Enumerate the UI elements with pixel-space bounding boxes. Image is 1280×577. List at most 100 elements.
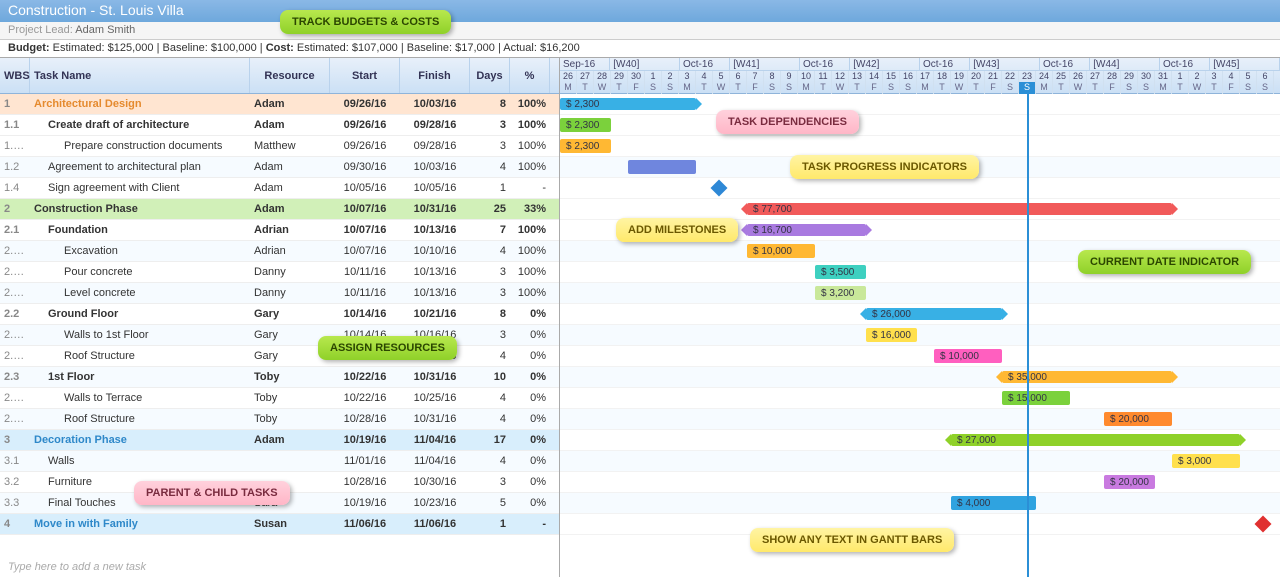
gantt-row[interactable]: $ 3,200: [560, 283, 1280, 304]
gantt-bar[interactable]: $ 10,000: [747, 244, 815, 258]
gantt-row[interactable]: $ 26,000: [560, 304, 1280, 325]
cell-wbs[interactable]: 3.1: [0, 455, 30, 467]
task-row[interactable]: 3Decoration PhaseAdam10/19/1611/04/16170…: [0, 430, 559, 451]
cell-pct[interactable]: 0%: [510, 497, 550, 509]
col-resource[interactable]: Resource: [250, 58, 330, 93]
cell-finish[interactable]: 10/03/16: [400, 98, 470, 110]
cell-days[interactable]: 4: [470, 455, 510, 467]
cell-pct[interactable]: 0%: [510, 392, 550, 404]
cell-pct[interactable]: 0%: [510, 308, 550, 320]
cell-wbs[interactable]: 1.4: [0, 182, 30, 194]
cell-finish[interactable]: 10/30/16: [400, 476, 470, 488]
cell-wbs[interactable]: 2.1: [0, 224, 30, 236]
cell-start[interactable]: 10/28/16: [330, 476, 400, 488]
cell-wbs[interactable]: 2.3.1: [0, 392, 30, 404]
cell-wbs[interactable]: 3: [0, 434, 30, 446]
cell-days[interactable]: 1: [470, 182, 510, 194]
cell-res[interactable]: Adam: [250, 161, 330, 173]
gantt-row[interactable]: $ 16,000: [560, 325, 1280, 346]
cell-wbs[interactable]: 3.2: [0, 476, 30, 488]
task-row[interactable]: 1.1.1Prepare construction documentsMatth…: [0, 136, 559, 157]
cell-start[interactable]: 10/07/16: [330, 224, 400, 236]
cell-days[interactable]: 8: [470, 98, 510, 110]
cell-wbs[interactable]: 2.2.1: [0, 329, 30, 341]
cell-finish[interactable]: 10/13/16: [400, 266, 470, 278]
cell-finish[interactable]: 10/25/16: [400, 392, 470, 404]
cell-finish[interactable]: 10/31/16: [400, 413, 470, 425]
gantt-bar[interactable]: $ 16,700: [747, 224, 866, 236]
cell-wbs[interactable]: 2.1.2: [0, 266, 30, 278]
cell-pct[interactable]: 33%: [510, 203, 550, 215]
gantt-row[interactable]: $ 35,000: [560, 367, 1280, 388]
cell-start[interactable]: 11/01/16: [330, 455, 400, 467]
gantt-bar[interactable]: [628, 160, 696, 174]
cell-start[interactable]: 10/22/16: [330, 371, 400, 383]
cell-days[interactable]: 4: [470, 413, 510, 425]
cell-task[interactable]: Create draft of architecture: [30, 119, 250, 131]
cell-res[interactable]: Danny: [250, 287, 330, 299]
cell-task[interactable]: Prepare construction documents: [30, 140, 250, 152]
cell-task[interactable]: Foundation: [30, 224, 250, 236]
cell-finish[interactable]: 10/05/16: [400, 182, 470, 194]
task-row[interactable]: 2.1.2Pour concreteDanny10/11/1610/13/163…: [0, 262, 559, 283]
gantt-row[interactable]: $ 20,000: [560, 409, 1280, 430]
cell-wbs[interactable]: 2.2: [0, 308, 30, 320]
gantt-bar[interactable]: $ 2,300: [560, 98, 696, 110]
gantt-bar[interactable]: $ 16,000: [866, 328, 917, 342]
cell-wbs[interactable]: 2.2.2: [0, 350, 30, 362]
cell-pct[interactable]: 0%: [510, 413, 550, 425]
cell-res[interactable]: Gary: [250, 308, 330, 320]
milestone-diamond[interactable]: [711, 180, 728, 197]
gantt-bar[interactable]: $ 2,300: [560, 118, 611, 132]
cell-task[interactable]: Excavation: [30, 245, 250, 257]
cell-days[interactable]: 4: [470, 245, 510, 257]
cell-task[interactable]: Level concrete: [30, 287, 250, 299]
task-row[interactable]: 2.1FoundationAdrian10/07/1610/13/167100%: [0, 220, 559, 241]
cell-finish[interactable]: 10/23/16: [400, 497, 470, 509]
cell-days[interactable]: 3: [470, 119, 510, 131]
gantt-row[interactable]: $ 2,300: [560, 136, 1280, 157]
cell-task[interactable]: Construction Phase: [30, 203, 250, 215]
cell-finish[interactable]: 09/28/16: [400, 119, 470, 131]
task-row[interactable]: 2.2.1Walls to 1st FloorGary10/14/1610/16…: [0, 325, 559, 346]
cell-res[interactable]: Adam: [250, 434, 330, 446]
cell-task[interactable]: Roof Structure: [30, 413, 250, 425]
cell-days[interactable]: 3: [470, 287, 510, 299]
cell-start[interactable]: 09/26/16: [330, 98, 400, 110]
gantt-bar[interactable]: $ 10,000: [934, 349, 1002, 363]
cell-wbs[interactable]: 2.1.3: [0, 287, 30, 299]
cell-days[interactable]: 3: [470, 329, 510, 341]
cell-finish[interactable]: 10/10/16: [400, 245, 470, 257]
gantt-bar[interactable]: $ 20,000: [1104, 475, 1155, 489]
cell-res[interactable]: Matthew: [250, 140, 330, 152]
cell-pct[interactable]: 100%: [510, 140, 550, 152]
cell-res[interactable]: Adrian: [250, 245, 330, 257]
cell-res[interactable]: Adam: [250, 182, 330, 194]
cell-pct[interactable]: -: [510, 182, 550, 194]
cell-task[interactable]: 1st Floor: [30, 371, 250, 383]
cell-res[interactable]: Toby: [250, 413, 330, 425]
cell-finish[interactable]: 10/13/16: [400, 224, 470, 236]
gantt-bar[interactable]: $ 3,200: [815, 286, 866, 300]
cell-res[interactable]: Susan: [250, 518, 330, 530]
cell-task[interactable]: Architectural Design: [30, 98, 250, 110]
cell-start[interactable]: 09/26/16: [330, 140, 400, 152]
cell-res[interactable]: Adam: [250, 119, 330, 131]
cell-start[interactable]: 10/28/16: [330, 413, 400, 425]
cell-pct[interactable]: 100%: [510, 245, 550, 257]
cell-task[interactable]: Walls: [30, 455, 250, 467]
gantt-bar[interactable]: $ 2,300: [560, 139, 611, 153]
task-row[interactable]: 2.31st FloorToby10/22/1610/31/16100%: [0, 367, 559, 388]
task-row[interactable]: 1.4Sign agreement with ClientAdam10/05/1…: [0, 178, 559, 199]
cell-finish[interactable]: 11/06/16: [400, 518, 470, 530]
cell-res[interactable]: Toby: [250, 392, 330, 404]
cell-days[interactable]: 3: [470, 476, 510, 488]
col-days[interactable]: Days: [470, 58, 510, 93]
cell-wbs[interactable]: 2.1.1: [0, 245, 30, 257]
task-row[interactable]: 2Construction PhaseAdam10/07/1610/31/162…: [0, 199, 559, 220]
cell-finish[interactable]: 11/04/16: [400, 455, 470, 467]
task-row[interactable]: 1.2Agreement to architectural planAdam09…: [0, 157, 559, 178]
cell-res[interactable]: Danny: [250, 266, 330, 278]
cell-days[interactable]: 17: [470, 434, 510, 446]
gantt-row[interactable]: $ 4,000: [560, 493, 1280, 514]
